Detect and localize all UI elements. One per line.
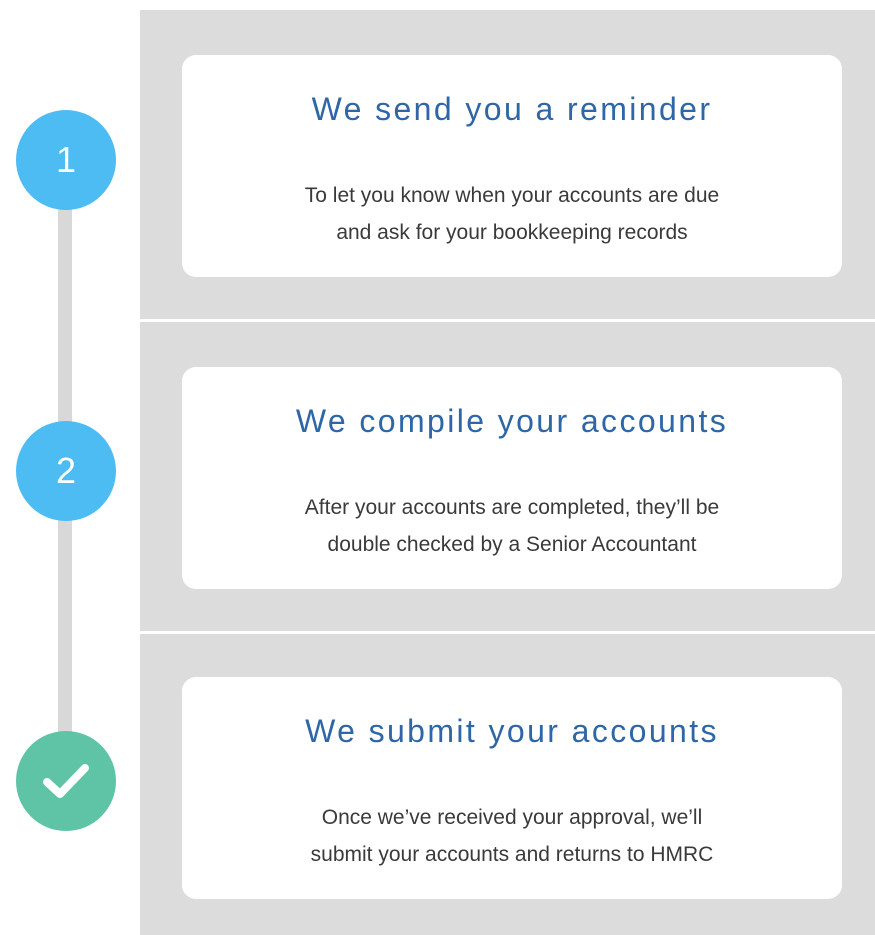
step-band-3: We submit your accounts Once we’ve recei… — [140, 634, 875, 935]
steps-panel: We send you a reminder To let you know w… — [140, 10, 875, 935]
step-3-circle — [16, 731, 116, 831]
step-description-line: After your accounts are completed, they’… — [304, 496, 720, 519]
step-title: We compile your accounts — [295, 403, 729, 439]
step-title: We submit your accounts — [305, 713, 719, 749]
checkmark-icon — [41, 761, 91, 801]
step-1-circle: 1 — [16, 110, 116, 210]
step-title: We send you a reminder — [311, 91, 713, 127]
step-card-2: We compile your accounts After your acco… — [182, 367, 842, 589]
step-description-line: To let you know when your accounts are d… — [304, 184, 720, 207]
step-card-3: We submit your accounts Once we’ve recei… — [182, 677, 842, 899]
step-2-circle: 2 — [16, 421, 116, 521]
step-description-line: submit your accounts and returns to HMRC — [310, 843, 714, 866]
step-description: Once we’ve received your approval, we’ll… — [212, 799, 812, 873]
step-description: After your accounts are completed, they’… — [212, 489, 812, 563]
step-1-number: 1 — [55, 139, 77, 180]
step-description-line: Once we’ve received your approval, we’ll — [321, 806, 703, 829]
step-description: To let you know when your accounts are d… — [212, 177, 812, 251]
step-card-1: We send you a reminder To let you know w… — [182, 55, 842, 277]
step-description-line: double checked by a Senior Accountant — [327, 533, 697, 556]
step-band-1: We send you a reminder To let you know w… — [140, 10, 875, 319]
step-band-2: We compile your accounts After your acco… — [140, 322, 875, 631]
step-2-number: 2 — [55, 450, 77, 491]
step-description-line: and ask for your bookkeeping records — [336, 221, 688, 244]
